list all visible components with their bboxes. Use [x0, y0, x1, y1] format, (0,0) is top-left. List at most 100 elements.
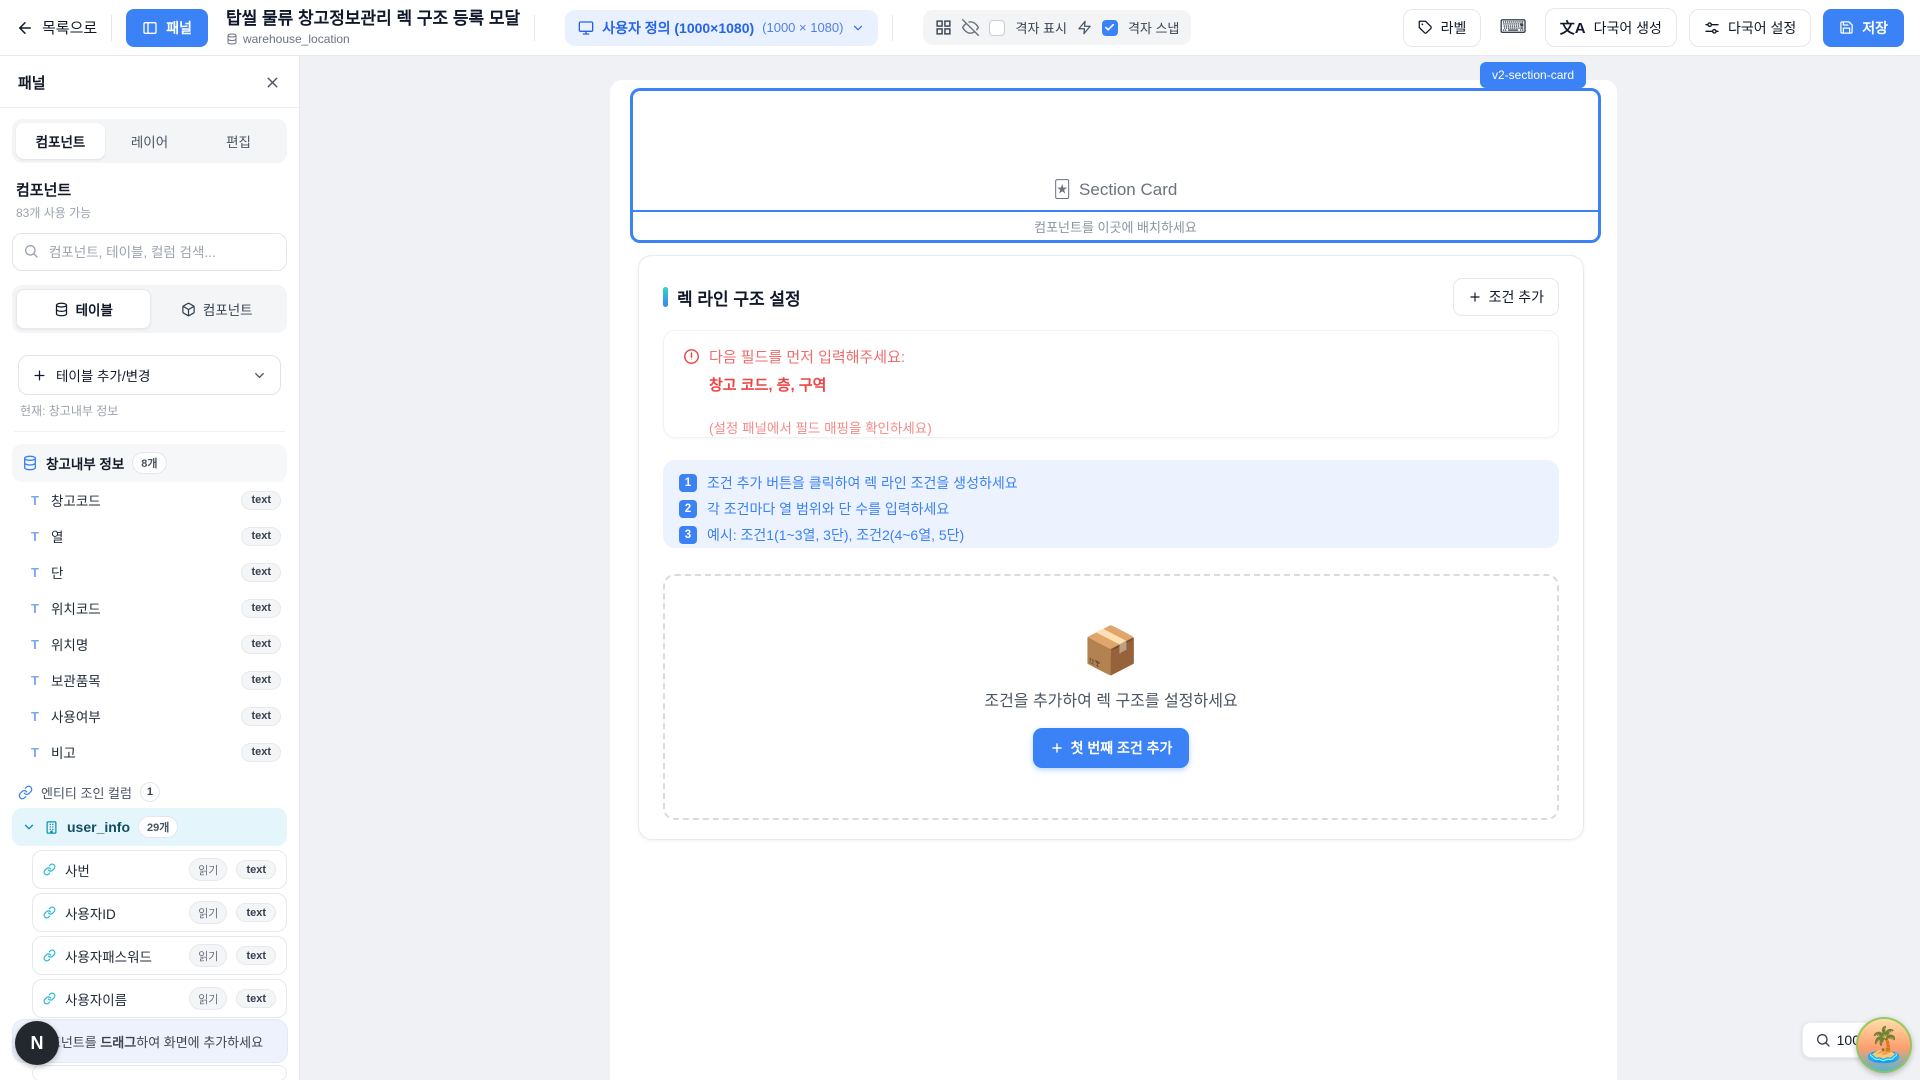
island-sticker[interactable]: 🏝️ — [1856, 1017, 1912, 1073]
field-row[interactable]: T 사용여부 text — [12, 698, 287, 734]
editor-canvas[interactable]: v2-section-card 🃏 Section Card 컴포넌트를 이곳에… — [300, 56, 1920, 1080]
link-icon — [18, 785, 33, 800]
divider — [534, 15, 535, 41]
panel-icon — [142, 20, 158, 36]
viewport-label: 사용자 정의 (1000×1080) — [602, 18, 754, 38]
link-icon — [43, 992, 56, 1005]
steps-info-box: 1 조건 추가 버튼을 클릭하여 렉 라인 조건을 생성하세요 2 각 조건마다… — [663, 460, 1559, 548]
join-field-row[interactable]: 사용자이름 읽기 text — [32, 979, 287, 1018]
step-number: 3 — [679, 526, 697, 544]
join-field-row[interactable]: 사번 읽기 text — [32, 850, 287, 889]
text-type-icon: T — [28, 529, 42, 544]
text-type-icon: T — [28, 709, 42, 724]
rack-structure-card: 렉 라인 구조 설정 조건 추가 다음 필드를 먼저 입력해주세요: 창고 코드… — [638, 255, 1584, 840]
section-card-label: Section Card — [1079, 180, 1177, 200]
add-table-button[interactable]: 테이블 추가/변경 — [18, 355, 281, 395]
grid-show-checkbox[interactable] — [989, 20, 1005, 36]
plus-icon — [1468, 290, 1482, 304]
empty-conditions-area: 📦 조건을 추가하여 렉 구조를 설정하세요 첫 번째 조건 추가 — [663, 574, 1559, 820]
table-group-header[interactable]: 창고내부 정보 8개 — [12, 444, 287, 482]
readonly-badge: 읽기 — [189, 944, 227, 967]
chevron-down-icon — [851, 21, 865, 35]
field-row[interactable]: T 열 text — [12, 518, 287, 554]
sliders-icon — [1704, 20, 1720, 36]
viewport-size: (1000 × 1080) — [762, 20, 843, 35]
tab-layers[interactable]: 레이어 — [105, 123, 194, 159]
link-icon — [43, 863, 56, 876]
field-row[interactable]: T 위치명 text — [12, 626, 287, 662]
viewport-select[interactable]: 사용자 정의 (1000×1080) (1000 × 1080) — [565, 10, 878, 46]
panel-toggle-button[interactable]: 패널 — [126, 9, 208, 47]
add-condition-button[interactable]: 조건 추가 — [1453, 278, 1559, 316]
tab-components[interactable]: 컴포넌트 — [16, 123, 105, 159]
components-available-count: 83개 사용 가능 — [16, 204, 283, 221]
arrow-left-icon — [16, 19, 34, 37]
save-button[interactable]: 저장 — [1823, 9, 1904, 47]
type-badge: text — [236, 903, 276, 922]
join-field-row[interactable]: 사용자패스워드 읽기 text — [32, 936, 287, 975]
type-badge: text — [236, 860, 276, 879]
field-row[interactable]: T 보관품목 text — [12, 662, 287, 698]
mode-component[interactable]: 컴포넌트 — [151, 289, 284, 329]
text-type-icon: T — [28, 745, 42, 760]
plus-icon — [32, 368, 47, 383]
join-field-row[interactable]: 사용자ID 읽기 text — [32, 893, 287, 932]
add-first-condition-button[interactable]: 첫 번째 조건 추가 — [1033, 728, 1190, 768]
island-icon: 🏝️ — [1863, 1025, 1905, 1065]
components-heading: 컴포넌트 — [16, 179, 283, 200]
grid-snap-checkbox[interactable] — [1102, 20, 1118, 36]
field-row[interactable]: T 창고코드 text — [12, 482, 287, 518]
warning-hint: (설정 패널에서 필드 매핑을 확인하세요) — [709, 417, 1539, 437]
type-badge: text — [241, 491, 281, 510]
type-badge: text — [241, 743, 281, 762]
page-title-block: 탑씰 물류 창고정보관리 렉 구조 등록 모달 warehouse_locati… — [226, 9, 520, 46]
readonly-badge: 읽기 — [189, 987, 227, 1010]
text-type-icon: T — [28, 565, 42, 580]
monitor-icon — [578, 20, 594, 36]
i18n-generate-button[interactable]: 文A 다국어 생성 — [1545, 8, 1677, 47]
package-icon: 📦 — [1082, 627, 1139, 673]
translate-icon: 文A — [1560, 17, 1586, 38]
required-fields-warning: 다음 필드를 먼저 입력해주세요: 창고 코드, 층, 구역 (설정 패널에서 … — [663, 330, 1559, 438]
table-group-name: 창고내부 정보 — [46, 453, 124, 473]
step-row: 2 각 조건마다 열 범위와 단 수를 입력하세요 — [679, 499, 1543, 519]
page-title: 탑씰 물류 창고정보관리 렉 구조 등록 모달 — [226, 9, 520, 29]
i18n-settings-button[interactable]: 다국어 설정 — [1689, 9, 1811, 47]
keyboard-shortcuts-button[interactable]: ⌨ — [1493, 12, 1532, 43]
database-icon — [226, 33, 238, 45]
text-type-icon: T — [28, 601, 42, 616]
section-card-component[interactable]: 🃏 Section Card 컴포넌트를 이곳에 배치하세요 — [630, 88, 1601, 243]
label-button[interactable]: 라벨 — [1403, 9, 1482, 47]
grid-snap-label: 격자 스냅 — [1128, 18, 1179, 37]
warning-title: 다음 필드를 먼저 입력해주세요: — [709, 346, 905, 367]
step-number: 1 — [679, 474, 697, 492]
readonly-badge: 읽기 — [189, 858, 227, 881]
tab-edit[interactable]: 편집 — [194, 123, 283, 159]
grid-icon — [935, 19, 952, 36]
n-floating-badge[interactable]: N — [15, 1021, 59, 1065]
building-icon — [44, 820, 59, 835]
close-icon[interactable] — [264, 74, 281, 91]
table-group-count: 8개 — [132, 452, 166, 474]
rack-card-title: 렉 라인 구조 설정 — [677, 285, 1453, 310]
back-to-list-button[interactable]: 목록으로 — [16, 17, 97, 38]
alert-circle-icon — [683, 348, 700, 365]
eye-off-icon — [962, 19, 979, 36]
search-input[interactable] — [12, 233, 287, 271]
field-row[interactable]: T 단 text — [12, 554, 287, 590]
join-table-count: 29개 — [138, 816, 178, 838]
empty-state-text: 조건을 추가하여 렉 구조를 설정하세요 — [984, 687, 1237, 711]
database-icon — [54, 302, 69, 317]
save-icon — [1839, 20, 1854, 35]
text-type-icon: T — [28, 673, 42, 688]
mode-switch: 테이블 컴포넌트 — [12, 285, 287, 333]
text-type-icon: T — [28, 493, 42, 508]
field-row[interactable]: T 위치코드 text — [12, 590, 287, 626]
warning-fields: 창고 코드, 층, 구역 — [709, 374, 1539, 395]
join-table-header[interactable]: user_info 29개 — [12, 808, 287, 846]
grid-show-label: 격자 표시 — [1015, 18, 1066, 37]
link-icon — [43, 949, 56, 962]
field-row[interactable]: T 비고 text — [12, 734, 287, 770]
mode-table[interactable]: 테이블 — [16, 289, 151, 329]
drop-zone[interactable]: 컴포넌트를 이곳에 배치하세요 — [633, 210, 1598, 240]
